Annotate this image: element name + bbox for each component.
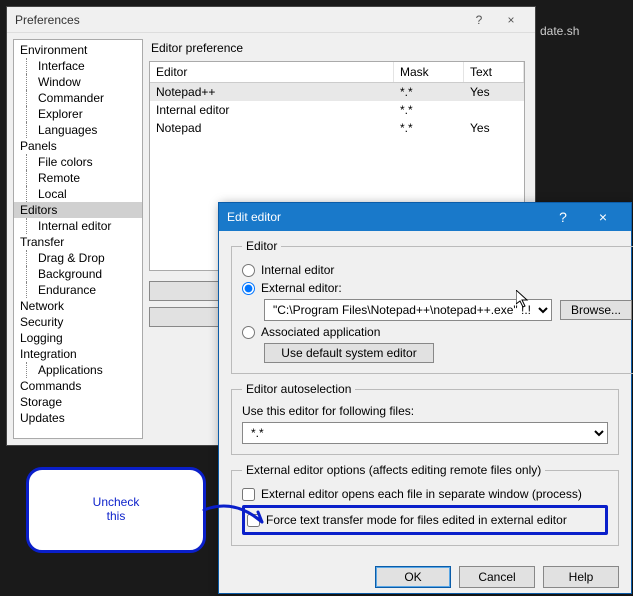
list-row[interactable]: Notepad *.* Yes <box>150 119 524 137</box>
callout-tail-icon <box>204 498 264 532</box>
external-options-group: External editor options (affects editing… <box>231 463 619 546</box>
edit-editor-dialog: Edit editor ? × Editor Internal editor E… <box>218 202 632 594</box>
tree-applications[interactable]: Applications <box>14 362 142 378</box>
tree-commander[interactable]: Commander <box>14 90 142 106</box>
close-icon[interactable]: × <box>495 7 527 33</box>
external-editor-path[interactable]: "C:\Program Files\Notepad++\notepad++.ex… <box>264 299 552 321</box>
highlight-box: Force text transfer mode for files edite… <box>242 505 608 535</box>
col-text[interactable]: Text <box>464 62 524 82</box>
tree-editors[interactable]: Editors <box>14 202 142 218</box>
radio-associated-app[interactable]: Associated application <box>242 325 632 339</box>
tree-explorer[interactable]: Explorer <box>14 106 142 122</box>
radio-associated-input[interactable] <box>242 326 255 339</box>
list-row[interactable]: Internal editor *.* <box>150 101 524 119</box>
preferences-titlebar: Preferences ? × <box>7 7 535 33</box>
tree-languages[interactable]: Languages <box>14 122 142 138</box>
use-default-button[interactable]: Use default system editor <box>264 343 434 363</box>
tree-drag-drop[interactable]: Drag & Drop <box>14 250 142 266</box>
col-mask[interactable]: Mask <box>394 62 464 82</box>
radio-associated-label: Associated application <box>261 325 380 339</box>
cell-text <box>464 101 524 119</box>
tree-logging[interactable]: Logging <box>14 330 142 346</box>
tree-network[interactable]: Network <box>14 298 142 314</box>
cell-mask: *.* <box>394 83 464 101</box>
checkbox-force-text[interactable]: Force text transfer mode for files edite… <box>247 513 603 527</box>
checkbox-force-text-label: Force text transfer mode for files edite… <box>266 513 567 527</box>
cell-mask: *.* <box>394 101 464 119</box>
tree-window[interactable]: Window <box>14 74 142 90</box>
list-row[interactable]: Notepad++ *.* Yes <box>150 83 524 101</box>
radio-external-input[interactable] <box>242 282 255 295</box>
tree-security[interactable]: Security <box>14 314 142 330</box>
cell-mask: *.* <box>394 119 464 137</box>
tree-internal-editor[interactable]: Internal editor <box>14 218 142 234</box>
autoselection-mask[interactable]: *.* <box>242 422 608 444</box>
radio-internal-input[interactable] <box>242 264 255 277</box>
cell-editor: Notepad++ <box>150 83 394 101</box>
close-icon[interactable]: × <box>583 209 623 225</box>
cell-text: Yes <box>464 119 524 137</box>
cell-editor: Notepad <box>150 119 394 137</box>
tree-integration[interactable]: Integration <box>14 346 142 362</box>
callout-line2: this <box>107 509 126 523</box>
radio-external-editor[interactable]: External editor: <box>242 281 632 295</box>
tree-file-colors[interactable]: File colors <box>14 154 142 170</box>
autoselection-label: Editor autoselection <box>242 382 355 396</box>
callout-line1: Uncheck <box>93 495 140 509</box>
radio-external-label: External editor: <box>261 281 342 295</box>
ok-button[interactable]: OK <box>375 566 451 588</box>
help-icon[interactable]: ? <box>463 7 495 33</box>
cell-editor: Internal editor <box>150 101 394 119</box>
autoselection-note: Use this editor for following files: <box>242 404 608 418</box>
tree-transfer[interactable]: Transfer <box>14 234 142 250</box>
tree-local[interactable]: Local <box>14 186 142 202</box>
cancel-button[interactable]: Cancel <box>459 566 535 588</box>
tree-storage[interactable]: Storage <box>14 394 142 410</box>
tree-environment[interactable]: Environment <box>14 42 142 58</box>
radio-internal-label: Internal editor <box>261 263 334 277</box>
editor-group-label: Editor <box>242 239 281 253</box>
editor-group: Editor Internal editor External editor: … <box>231 239 633 374</box>
browse-button[interactable]: Browse... <box>560 300 632 320</box>
checkbox-separate-label: External editor opens each file in separ… <box>261 487 582 501</box>
tree-remote[interactable]: Remote <box>14 170 142 186</box>
autoselection-group: Editor autoselection Use this editor for… <box>231 382 619 455</box>
col-editor[interactable]: Editor <box>150 62 394 82</box>
tree-commands[interactable]: Commands <box>14 378 142 394</box>
tree-interface[interactable]: Interface <box>14 58 142 74</box>
tree-panels[interactable]: Panels <box>14 138 142 154</box>
checkbox-separate-window[interactable]: External editor opens each file in separ… <box>242 487 608 501</box>
cell-text: Yes <box>464 83 524 101</box>
background-tab: date.sh <box>540 24 579 38</box>
radio-internal-editor[interactable]: Internal editor <box>242 263 632 277</box>
preferences-tree[interactable]: Environment Interface Window Commander E… <box>13 39 143 439</box>
external-options-label: External editor options (affects editing… <box>242 463 545 477</box>
list-header: Editor Mask Text <box>150 62 524 83</box>
dialog-titlebar: Edit editor ? × <box>219 203 631 231</box>
dialog-title: Edit editor <box>227 210 281 224</box>
editor-preference-label: Editor preference <box>151 41 525 55</box>
tree-endurance[interactable]: Endurance <box>14 282 142 298</box>
tree-background[interactable]: Background <box>14 266 142 282</box>
help-button[interactable]: Help <box>543 566 619 588</box>
preferences-title: Preferences <box>15 7 80 33</box>
annotation-callout: Uncheck this <box>26 467 206 553</box>
tree-updates[interactable]: Updates <box>14 410 142 426</box>
help-icon[interactable]: ? <box>543 209 583 225</box>
